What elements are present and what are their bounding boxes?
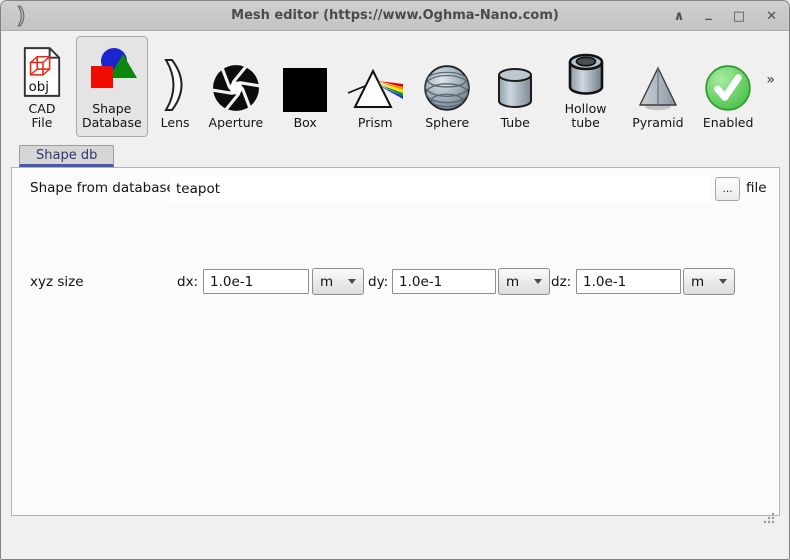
toolbar-label: Aperture	[209, 116, 264, 131]
shape-from-database-input[interactable]	[170, 176, 710, 202]
toolbar-label: Prism	[358, 116, 393, 131]
toolbar-label: Shape Database	[82, 102, 142, 132]
shade-window-icon[interactable]: ∧	[674, 10, 685, 23]
toolbar-button-box[interactable]: Box	[276, 50, 334, 137]
enabled-check-icon	[703, 55, 753, 113]
tab-bar: Shape db	[19, 144, 114, 167]
dz-unit-select[interactable]: m	[683, 268, 735, 295]
dy-unit-value: m	[506, 274, 519, 290]
pyramid-icon	[632, 55, 684, 113]
dy-input[interactable]	[392, 269, 496, 294]
tube-icon	[491, 55, 539, 113]
toolbar-button-cad-file[interactable]: obj CAD File	[15, 36, 69, 138]
toolbar-button-sphere[interactable]: Sphere	[416, 50, 478, 137]
close-window-icon[interactable]: ✕	[766, 10, 777, 23]
toolbar-label: CAD File	[21, 102, 63, 132]
titlebar: Mesh editor (https://www.Oghma-Nano.com)…	[1, 1, 789, 31]
dx-label: dx:	[177, 274, 198, 290]
file-label: file	[746, 180, 767, 196]
toolbar-overflow-chevron-icon[interactable]: »	[766, 72, 783, 102]
prism-icon	[347, 55, 403, 113]
toolbar-label: Pyramid	[632, 116, 683, 131]
toolbar-label: Box	[294, 116, 317, 131]
toolbar-label: Lens	[161, 116, 190, 131]
cad-file-icon: obj	[21, 41, 63, 99]
dx-unit-value: m	[320, 274, 333, 290]
maximize-window-icon[interactable]: □	[733, 10, 745, 23]
browse-file-button[interactable]: ...	[715, 177, 740, 201]
shape-database-icon	[84, 41, 140, 99]
dz-input[interactable]	[576, 269, 681, 294]
toolbar-button-aperture[interactable]: Aperture	[203, 50, 270, 137]
app-lens-icon	[14, 5, 29, 31]
toolbar-button-enabled[interactable]: Enabled	[697, 50, 760, 137]
toolbar: obj CAD File Shape Database Lens	[1, 31, 789, 139]
toolbar-label: Tube	[501, 116, 530, 131]
box-icon	[282, 55, 328, 113]
chevron-down-icon	[348, 279, 356, 284]
dz-unit-value: m	[691, 274, 704, 290]
toolbar-button-lens[interactable]: Lens	[155, 50, 196, 137]
shape-from-database-label: Shape from database	[30, 180, 175, 196]
aperture-icon	[211, 55, 261, 113]
chevron-down-icon	[719, 279, 727, 284]
dy-label: dy:	[368, 274, 388, 290]
window-controls: ∧ _ □ ✕	[674, 1, 777, 31]
lens-icon	[162, 55, 188, 113]
mesh-editor-window: Mesh editor (https://www.Oghma-Nano.com)…	[0, 0, 790, 560]
toolbar-label: Enabled	[703, 116, 754, 131]
dy-unit-select[interactable]: m	[498, 268, 550, 295]
dx-unit-select[interactable]: m	[312, 268, 364, 295]
tab-shape-db[interactable]: Shape db	[19, 145, 114, 167]
chevron-down-icon	[534, 279, 542, 284]
svg-text:obj: obj	[29, 80, 49, 95]
window-title: Mesh editor (https://www.Oghma-Nano.com)	[231, 8, 559, 23]
xyz-size-label: xyz size	[30, 274, 84, 290]
toolbar-button-prism[interactable]: Prism	[341, 50, 409, 137]
resize-grip-icon[interactable]	[761, 510, 776, 529]
hollow-tube-icon	[560, 41, 612, 99]
dz-label: dz:	[551, 274, 571, 290]
minimize-window-icon[interactable]: _	[705, 7, 712, 20]
dx-input[interactable]	[203, 269, 309, 294]
toolbar-button-hollow-tube[interactable]: Hollow tube	[552, 36, 619, 138]
toolbar-button-pyramid[interactable]: Pyramid	[626, 50, 690, 137]
toolbar-button-tube[interactable]: Tube	[485, 50, 545, 137]
sphere-icon	[422, 55, 472, 113]
toolbar-label: Sphere	[425, 116, 469, 131]
toolbar-button-shape-database[interactable]: Shape Database	[76, 36, 148, 138]
shape-db-panel: Shape from database ... file xyz size dx…	[11, 167, 780, 516]
toolbar-label: Hollow tube	[558, 102, 613, 132]
